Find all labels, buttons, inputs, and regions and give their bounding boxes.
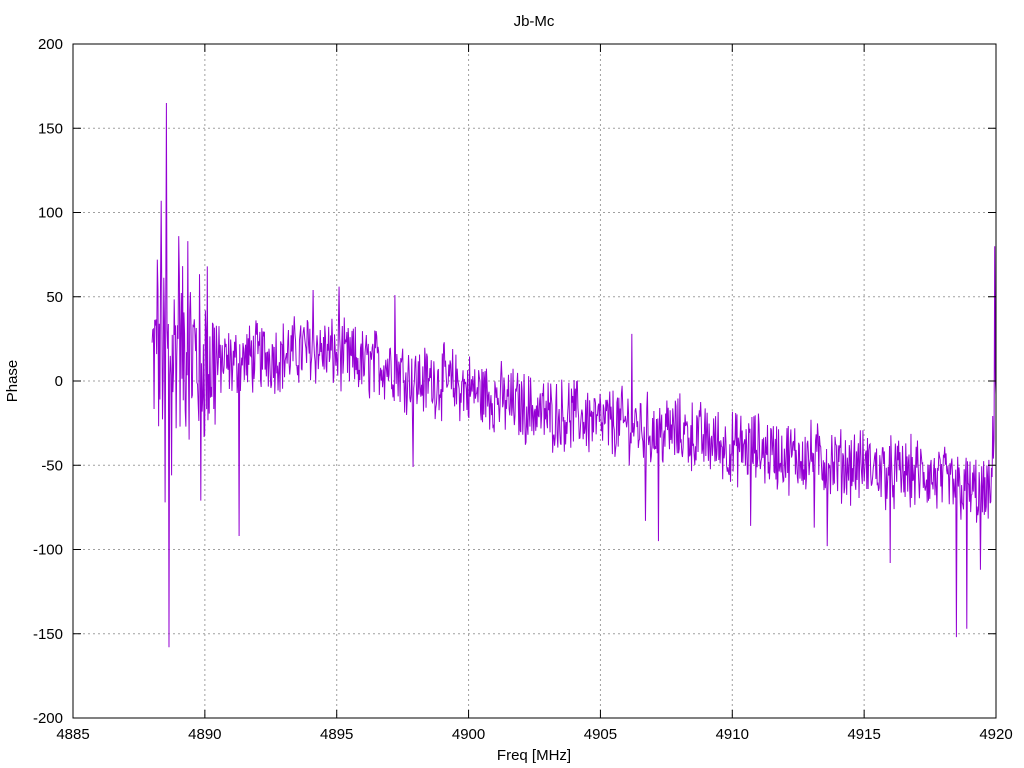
y-tick-label: -200 [33, 710, 63, 727]
y-tick-label: 200 [38, 36, 63, 53]
y-tick-label: -150 [33, 626, 63, 643]
y-tick-label: -50 [41, 457, 63, 474]
chart-title: Jb-Mc [514, 13, 555, 30]
x-tick-label: 4910 [716, 726, 749, 743]
x-tick-label: 4905 [584, 726, 617, 743]
x-tick-label: 4900 [452, 726, 485, 743]
x-tick-label: 4890 [188, 726, 221, 743]
x-axis-label: Freq [MHz] [497, 747, 571, 764]
y-tick-label: -100 [33, 542, 63, 559]
y-tick-label: 150 [38, 120, 63, 137]
x-tick-label: 4920 [979, 726, 1012, 743]
y-tick-label: 0 [55, 373, 63, 390]
x-tick-label: 4895 [320, 726, 353, 743]
x-tick-label: 4885 [56, 726, 89, 743]
y-axis-label: Phase [4, 360, 21, 403]
x-tick-label: 4915 [847, 726, 880, 743]
phase-chart: 4885 4890 4895 4900 4905 4910 4915 4920 -200 -150… [0, 0, 1024, 768]
y-tick-label: 100 [38, 205, 63, 222]
y-tick-label: 50 [46, 289, 63, 306]
